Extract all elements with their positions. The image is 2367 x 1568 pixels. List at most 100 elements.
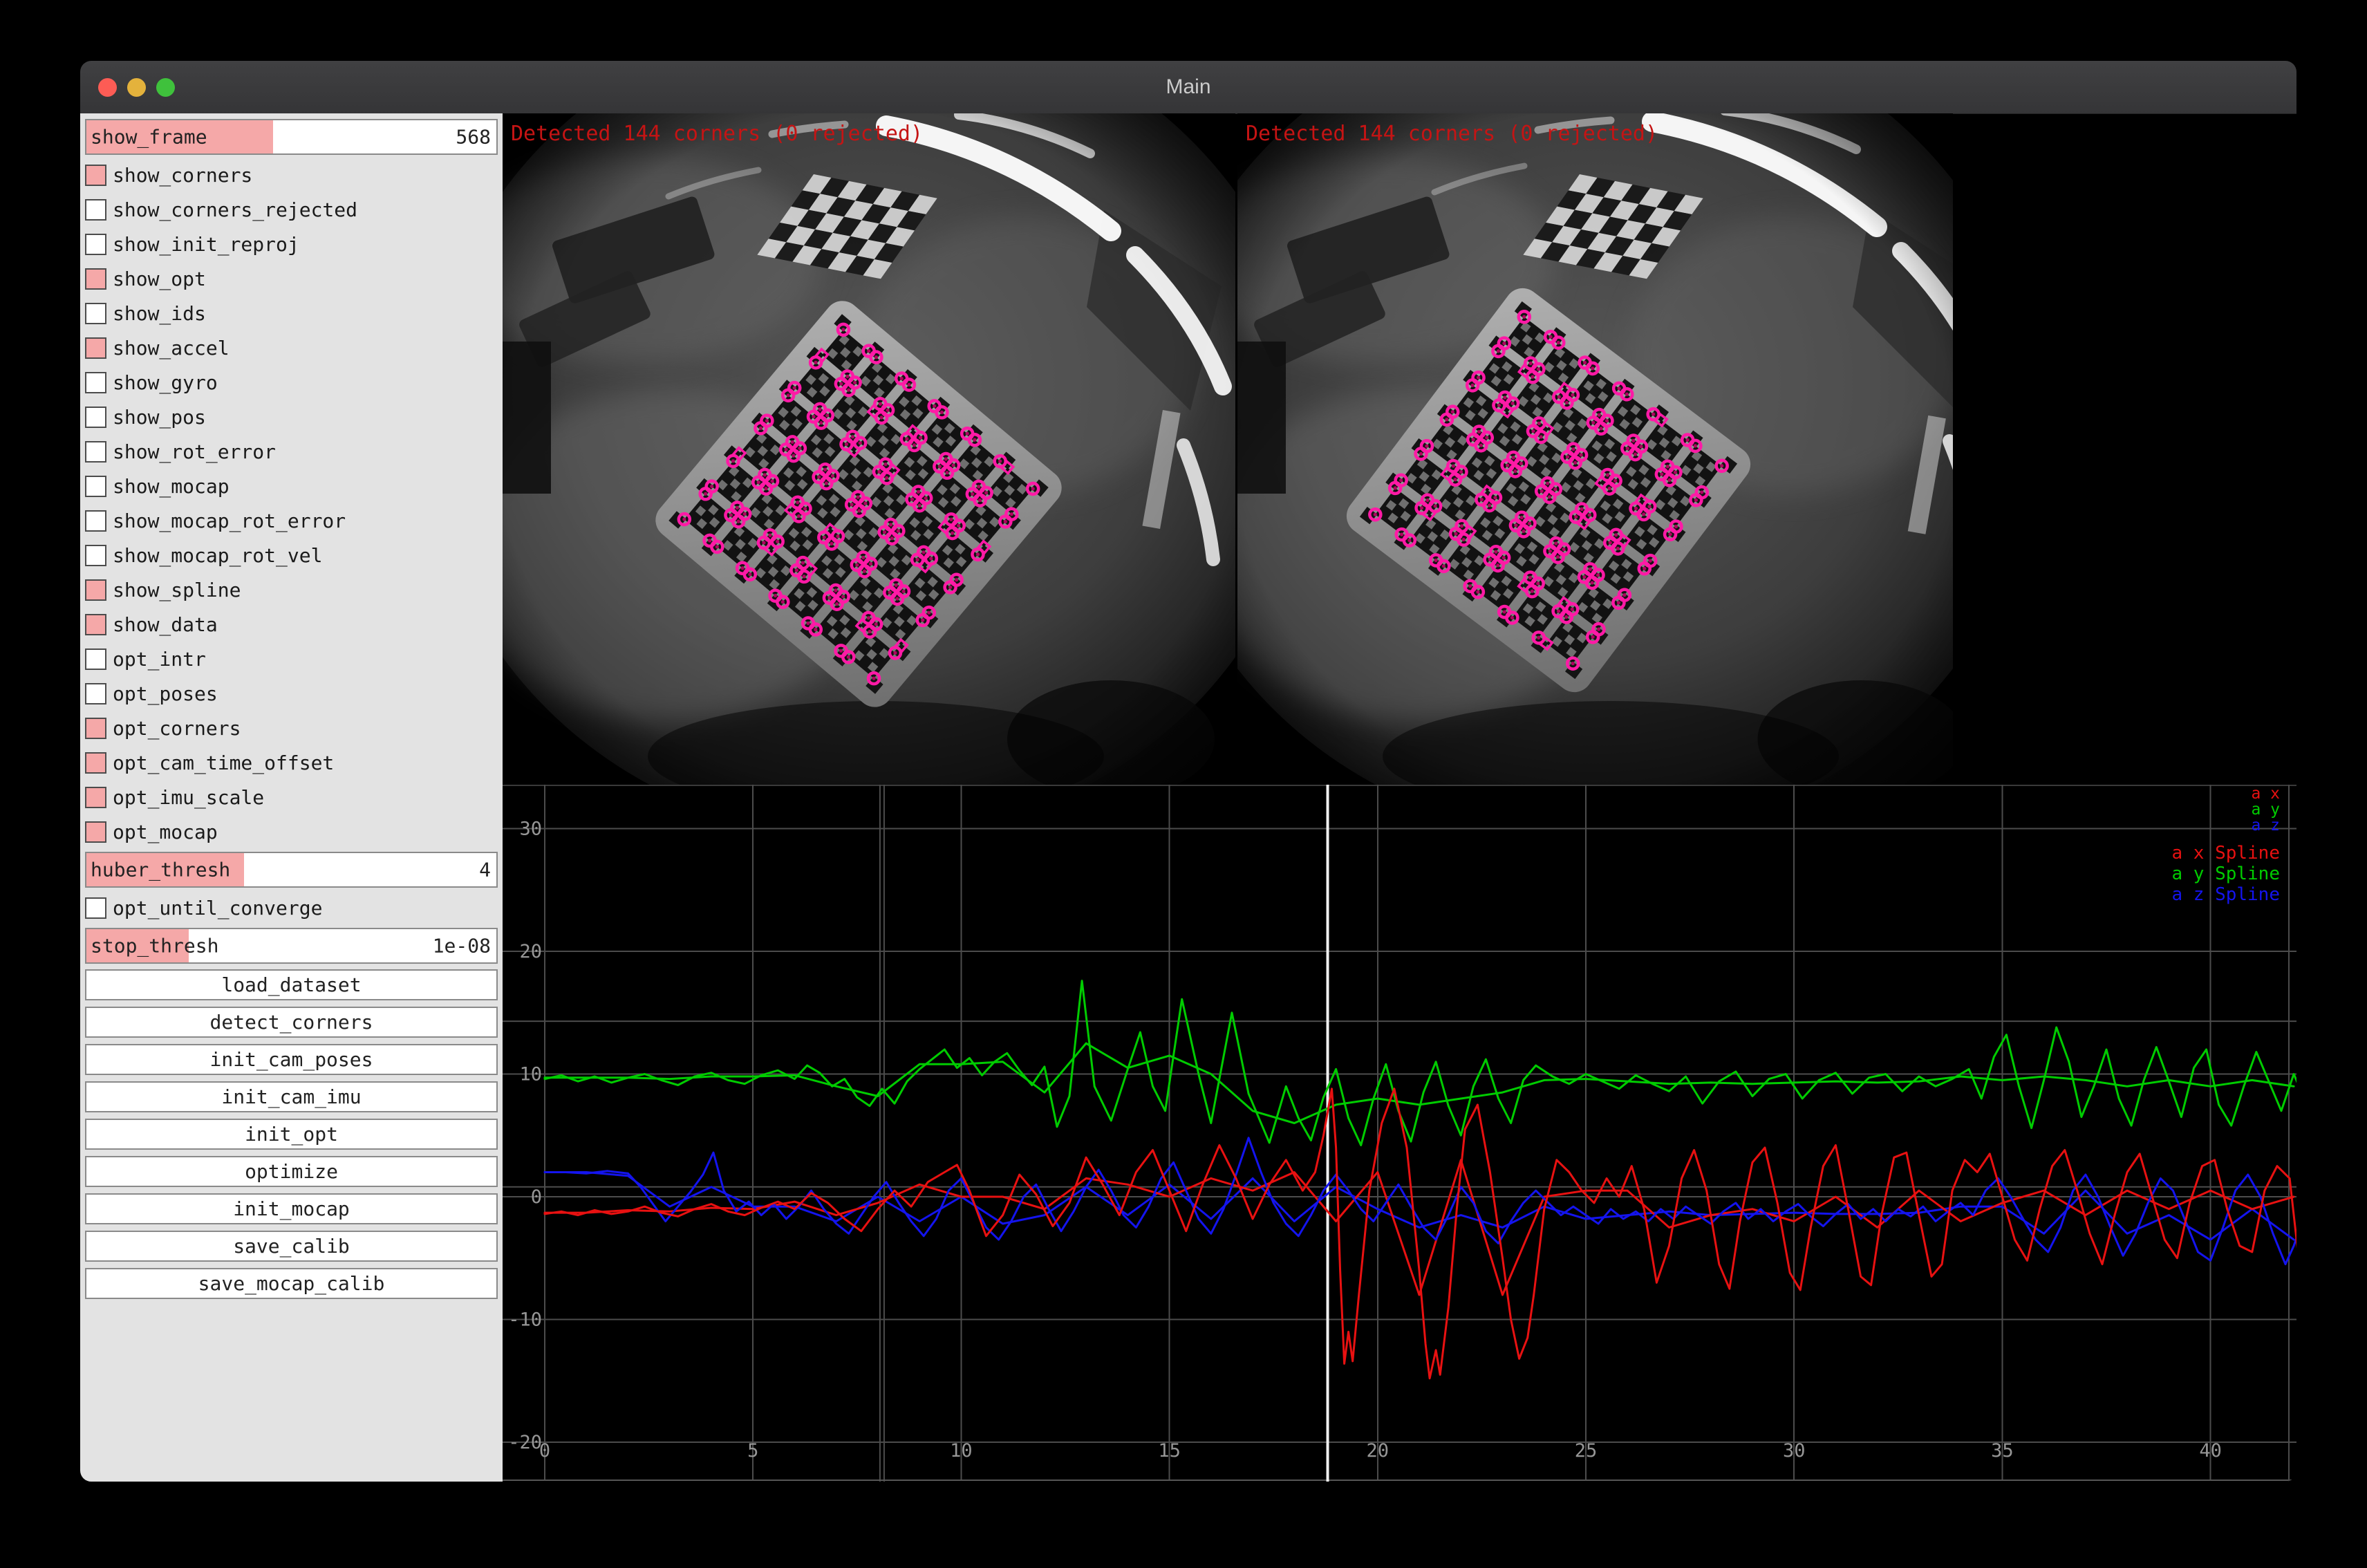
show_corners-checkbox[interactable]: show_corners bbox=[85, 160, 498, 189]
main-window: Main show_frame 568 show_corners show_corne… bbox=[80, 61, 2296, 1482]
show_gyro-checkbox[interactable]: show_gyro bbox=[85, 368, 498, 397]
control-panel: show_frame 568 show_corners show_corners_re… bbox=[80, 113, 503, 1482]
legend-item[interactable]: a z Spline bbox=[2171, 884, 2280, 905]
legend-item[interactable]: a x bbox=[2251, 786, 2280, 802]
svg-text:40: 40 bbox=[2199, 1440, 2222, 1462]
svg-text:30: 30 bbox=[519, 819, 542, 840]
opt_intr-checkbox[interactable]: opt_intr bbox=[85, 644, 498, 673]
checkbox-label: show_opt bbox=[113, 268, 206, 290]
checkbox-box[interactable] bbox=[85, 199, 106, 221]
optimize-button[interactable]: optimize bbox=[85, 1156, 498, 1187]
legend-item[interactable]: a z bbox=[2251, 818, 2280, 834]
checkbox-box[interactable] bbox=[85, 897, 106, 919]
svg-text:30: 30 bbox=[1783, 1440, 1806, 1462]
checkbox-label: show_corners bbox=[113, 164, 252, 187]
checkbox-box[interactable] bbox=[85, 165, 106, 186]
show_pos-checkbox[interactable]: show_pos bbox=[85, 402, 498, 431]
opt_imu_scale-checkbox[interactable]: opt_imu_scale bbox=[85, 783, 498, 812]
show_frame-slider[interactable]: show_frame 568 bbox=[85, 119, 498, 155]
checkbox-box[interactable] bbox=[85, 579, 106, 601]
svg-text:5: 5 bbox=[747, 1440, 758, 1462]
init_cam_imu-button[interactable]: init_cam_imu bbox=[85, 1081, 498, 1112]
checkbox-box[interactable] bbox=[85, 441, 106, 463]
camera-view-0[interactable]: Detected 144 corners (0 rejected) bbox=[503, 113, 1235, 785]
load_dataset-button[interactable]: load_dataset bbox=[85, 969, 498, 1000]
show_mocap_rot_vel-checkbox[interactable]: show_mocap_rot_vel bbox=[85, 541, 498, 570]
checkbox-label: show_corners_rejected bbox=[113, 198, 357, 221]
svg-text:10: 10 bbox=[519, 1064, 542, 1085]
svg-text:20: 20 bbox=[1367, 1440, 1390, 1462]
opt_until_converge-checkbox[interactable]: opt_until_converge bbox=[85, 893, 498, 922]
checkbox-box[interactable] bbox=[85, 648, 106, 670]
checkbox-label: opt_corners bbox=[113, 717, 241, 740]
slider-label: huber_thresh bbox=[91, 859, 230, 881]
svg-text:0: 0 bbox=[531, 1186, 542, 1208]
svg-text:35: 35 bbox=[1991, 1440, 2014, 1462]
legend-item[interactable]: a y bbox=[2251, 802, 2280, 818]
camera-image-0 bbox=[503, 113, 1235, 785]
checkbox-box[interactable] bbox=[85, 614, 106, 635]
checkbox-label: opt_mocap bbox=[113, 821, 218, 843]
show_mocap-checkbox[interactable]: show_mocap bbox=[85, 472, 498, 501]
show_ids-checkbox[interactable]: show_ids bbox=[85, 299, 498, 328]
init_mocap-button[interactable]: init_mocap bbox=[85, 1193, 498, 1224]
show_corners_rejected-checkbox[interactable]: show_corners_rejected bbox=[85, 195, 498, 224]
init_cam_poses-button[interactable]: init_cam_poses bbox=[85, 1044, 498, 1075]
checkbox-label: show_mocap_rot_error bbox=[113, 510, 346, 532]
window-title: Main bbox=[80, 61, 2296, 113]
checkbox-box[interactable] bbox=[85, 787, 106, 808]
titlebar[interactable]: Main bbox=[80, 61, 2296, 114]
imu-plot[interactable]: 3020100-10-200510152025303540 a xa ya z … bbox=[503, 785, 2296, 1482]
svg-text:10: 10 bbox=[950, 1440, 973, 1462]
checkbox-box[interactable] bbox=[85, 718, 106, 739]
checkbox-label: opt_poses bbox=[113, 682, 218, 705]
checkbox-label: show_data bbox=[113, 613, 218, 636]
checkbox-box[interactable] bbox=[85, 407, 106, 428]
init_opt-button[interactable]: init_opt bbox=[85, 1119, 498, 1150]
checkbox-box[interactable] bbox=[85, 510, 106, 532]
checkbox-box[interactable] bbox=[85, 476, 106, 497]
show_opt-checkbox[interactable]: show_opt bbox=[85, 264, 498, 293]
svg-text:-10: -10 bbox=[508, 1309, 542, 1331]
detect_corners-button[interactable]: detect_corners bbox=[85, 1007, 498, 1038]
stop_thresh-slider[interactable]: stop_thresh1e-08 bbox=[85, 928, 498, 964]
checkbox-box[interactable] bbox=[85, 337, 106, 359]
show_accel-checkbox[interactable]: show_accel bbox=[85, 333, 498, 362]
checkbox-label: show_rot_error bbox=[113, 440, 276, 463]
show_init_reproj-checkbox[interactable]: show_init_reproj bbox=[85, 230, 498, 259]
checkbox-box[interactable] bbox=[85, 372, 106, 393]
checkbox-box[interactable] bbox=[85, 303, 106, 324]
checkbox-label: show_mocap_rot_vel bbox=[113, 544, 322, 567]
slider-value: 4 bbox=[479, 859, 491, 881]
svg-text:15: 15 bbox=[1158, 1440, 1181, 1462]
save_calib-button[interactable]: save_calib bbox=[85, 1231, 498, 1262]
opt_corners-checkbox[interactable]: opt_corners bbox=[85, 713, 498, 743]
checkbox-box[interactable] bbox=[85, 268, 106, 290]
opt_cam_time_offset-checkbox[interactable]: opt_cam_time_offset bbox=[85, 748, 498, 777]
checkbox-box[interactable] bbox=[85, 545, 106, 566]
legend-item[interactable]: a x Spline bbox=[2171, 843, 2280, 864]
slider-label: show_frame bbox=[91, 126, 207, 149]
slider-value: 568 bbox=[456, 126, 491, 149]
checkbox-box[interactable] bbox=[85, 234, 106, 255]
checkbox-box[interactable] bbox=[85, 821, 106, 843]
show_data-checkbox[interactable]: show_data bbox=[85, 610, 498, 639]
checkbox-box[interactable] bbox=[85, 752, 106, 774]
checkbox-label: show_accel bbox=[113, 337, 230, 360]
checkbox-label: opt_until_converge bbox=[113, 897, 322, 920]
checkbox-label: show_gyro bbox=[113, 371, 218, 394]
camera-view-1[interactable]: Detected 144 corners (0 rejected) bbox=[1237, 113, 1953, 785]
show_mocap_rot_error-checkbox[interactable]: show_mocap_rot_error bbox=[85, 506, 498, 535]
huber_thresh-slider[interactable]: huber_thresh 4 bbox=[85, 852, 498, 888]
checkbox-label: opt_imu_scale bbox=[113, 786, 264, 809]
detected-corners-text-0: Detected 144 corners (0 rejected) bbox=[511, 122, 923, 146]
slider-label: stop_thresh bbox=[91, 935, 218, 958]
opt_poses-checkbox[interactable]: opt_poses bbox=[85, 679, 498, 708]
opt_mocap-checkbox[interactable]: opt_mocap bbox=[85, 817, 498, 846]
show_spline-checkbox[interactable]: show_spline bbox=[85, 575, 498, 604]
checkbox-box[interactable] bbox=[85, 683, 106, 704]
show_rot_error-checkbox[interactable]: show_rot_error bbox=[85, 437, 498, 466]
save_mocap_calib-button[interactable]: save_mocap_calib bbox=[85, 1268, 498, 1299]
legend-item[interactable]: a y Spline bbox=[2171, 864, 2280, 884]
svg-text:25: 25 bbox=[1575, 1440, 1598, 1462]
